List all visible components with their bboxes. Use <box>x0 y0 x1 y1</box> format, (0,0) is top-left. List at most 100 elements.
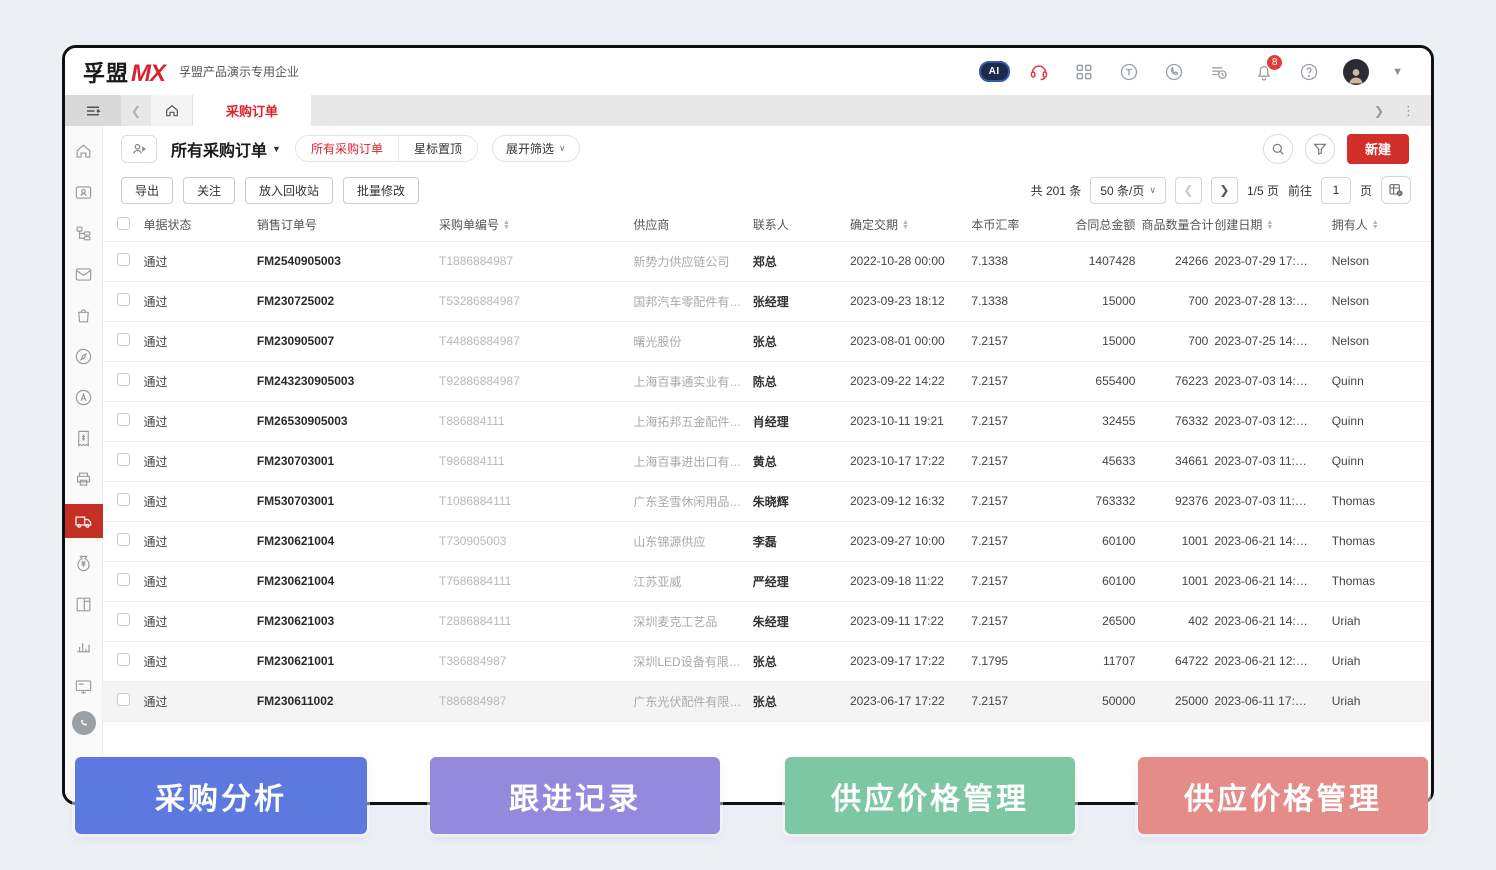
tab-forward-icon[interactable]: ❯ <box>1374 104 1384 118</box>
id-card-icon <box>74 183 93 202</box>
sidebar-item-whatsapp[interactable] <box>72 711 96 735</box>
view-title[interactable]: 所有采购订单 ▼ <box>171 137 281 161</box>
row-checkbox[interactable] <box>117 493 130 506</box>
column-header-label: 合同总金额 <box>1075 218 1135 232</box>
table-row[interactable]: 通过FM230621004T730905003山东锦源供应李磊2023-09-2… <box>103 521 1431 561</box>
cell-sales_no: FM230905007 <box>257 321 439 361</box>
quick-filter-group: 所有采购订单 星标置顶 <box>295 135 478 162</box>
sort-icon[interactable]: ▲▼ <box>503 221 510 231</box>
table-row[interactable]: 通过FM2540905003T1886884987新势力供应链公司郑总2022-… <box>103 241 1431 281</box>
t-circle-icon[interactable] <box>1118 61 1140 83</box>
overlay-button-3[interactable]: 供应价格管理 <box>1138 757 1428 834</box>
column-header-10[interactable]: 拥有人▲▼ <box>1332 209 1431 241</box>
cell-rate: 7.2157 <box>971 481 1048 521</box>
whatsapp-icon[interactable] <box>1163 61 1185 83</box>
toolbar-button-3[interactable]: 批量修改 <box>343 177 419 204</box>
avatar[interactable] <box>1343 59 1369 85</box>
table-row[interactable]: 通过FM230725002T53286884987国邦汽车零配件有…张经理202… <box>103 281 1431 321</box>
table-row[interactable]: 通过FM530703001T1086884111广东圣雪休闲用品…朱晓辉2023… <box>103 481 1431 521</box>
row-checkbox[interactable] <box>117 573 130 586</box>
cell-owner: Nelson <box>1332 241 1431 281</box>
sidebar-item-receipt[interactable] <box>68 422 100 454</box>
cell-purchase_no: T730905003 <box>439 521 633 561</box>
cell-owner: Thomas <box>1332 561 1431 601</box>
pill-all-purchase-orders[interactable]: 所有采购订单 <box>296 136 398 161</box>
table-row[interactable]: 通过FM230611002T886884987广东光伏配件有限…张总2023-0… <box>103 681 1431 721</box>
row-checkbox[interactable] <box>117 693 130 706</box>
sidebar-item-bag[interactable] <box>68 299 100 331</box>
table-row[interactable]: 通过FM230621001T386884987深圳LED设备有限…张总2023-… <box>103 641 1431 681</box>
sidebar-item-compass[interactable] <box>68 340 100 372</box>
cell-purchase_no: T2886884111 <box>439 601 633 641</box>
sidebar-item-printer[interactable] <box>68 463 100 495</box>
funnel-icon[interactable] <box>1305 134 1335 164</box>
page-size-select[interactable]: 50 条/页 ∨ <box>1090 177 1166 204</box>
chevron-down-icon[interactable]: ▼ <box>1392 66 1403 78</box>
prev-page-button[interactable]: ❮ <box>1175 177 1202 204</box>
table-row[interactable]: 通过FM230905007T44886884987曙光股份张总2023-08-0… <box>103 321 1431 361</box>
table-row[interactable]: 通过FM230703001T986884111上海百事进出口有…黄总2023-1… <box>103 441 1431 481</box>
sort-icon[interactable]: ▲▼ <box>1266 221 1273 231</box>
sort-icon[interactable]: ▲▼ <box>902 221 909 231</box>
sidebar-item-mail[interactable] <box>68 258 100 290</box>
row-checkbox[interactable] <box>117 293 130 306</box>
row-checkbox[interactable] <box>117 253 130 266</box>
column-header-5[interactable]: 确定交期▲▼ <box>850 209 971 241</box>
column-header-label: 供应商 <box>633 218 669 232</box>
page-size-caret-icon: ∨ <box>1149 185 1156 196</box>
overlay-button-1[interactable]: 跟进记录 <box>430 757 720 834</box>
ai-assistant-icon[interactable]: AI <box>983 61 1005 83</box>
row-checkbox[interactable] <box>117 533 130 546</box>
headset-support-icon[interactable] <box>1028 61 1050 83</box>
notification-bell-icon[interactable]: 8 <box>1253 61 1275 83</box>
goto-page-input[interactable] <box>1321 177 1351 204</box>
sidebar-item-bar-chart[interactable] <box>68 629 100 661</box>
table-row[interactable]: 通过FM243230905003T92886884987上海百事通实业有…陈总2… <box>103 361 1431 401</box>
tab-back-icon[interactable]: ❮ <box>121 95 151 126</box>
sidebar-item-circle-a[interactable] <box>68 381 100 413</box>
next-page-button[interactable]: ❯ <box>1211 177 1238 204</box>
row-checkbox[interactable] <box>117 373 130 386</box>
toolbar-button-1[interactable]: 关注 <box>183 177 235 204</box>
apps-grid-icon[interactable] <box>1073 61 1095 83</box>
table-row[interactable]: 通过FM230621004T7686884111江苏亚威严经理2023-09-1… <box>103 561 1431 601</box>
row-checkbox[interactable] <box>117 453 130 466</box>
row-checkbox[interactable] <box>117 413 130 426</box>
new-button[interactable]: 新建 <box>1347 134 1409 164</box>
column-header-label: 联系人 <box>753 218 789 232</box>
sidebar-item-id-card[interactable] <box>68 176 100 208</box>
sidebar-item-home[interactable] <box>68 135 100 167</box>
sidebar-item-truck[interactable] <box>65 504 103 538</box>
sidebar-item-monitor[interactable] <box>68 670 100 702</box>
row-checkbox[interactable] <box>117 653 130 666</box>
table-row[interactable]: 通过FM230621003T2886884111深圳麦克工艺品朱经理2023-0… <box>103 601 1431 641</box>
row-checkbox[interactable] <box>117 613 130 626</box>
overlay-button-2[interactable]: 供应价格管理 <box>785 757 1075 834</box>
row-checkbox[interactable] <box>117 333 130 346</box>
column-header-2[interactable]: 采购单编号▲▼ <box>439 209 633 241</box>
collapse-menu-icon[interactable] <box>65 95 121 126</box>
cell-amount: 11707 <box>1048 641 1141 681</box>
search-icon[interactable] <box>1263 134 1293 164</box>
tab-more-icon[interactable]: ⋮ <box>1402 103 1415 119</box>
sidebar-item-book[interactable] <box>68 588 100 620</box>
overlay-button-0[interactable]: 采购分析 <box>75 757 367 834</box>
person-view-icon[interactable] <box>121 135 157 163</box>
toolbar-button-2[interactable]: 放入回收站 <box>245 177 333 204</box>
help-icon[interactable] <box>1298 61 1320 83</box>
task-clock-icon[interactable] <box>1208 61 1230 83</box>
pill-expand-filter[interactable]: 展开筛选 ∨ <box>492 135 580 162</box>
pill-star-top[interactable]: 星标置顶 <box>398 136 477 161</box>
column-header-label: 本币汇率 <box>971 218 1019 232</box>
column-header-9[interactable]: 创建日期▲▼ <box>1214 209 1331 241</box>
column-settings-icon[interactable] <box>1381 176 1411 204</box>
toolbar-button-0[interactable]: 导出 <box>121 177 173 204</box>
select-all-checkbox[interactable] <box>117 217 130 230</box>
sidebar-item-money-bag[interactable] <box>68 547 100 579</box>
sidebar-item-org-tree[interactable] <box>68 217 100 249</box>
sort-icon[interactable]: ▲▼ <box>1372 221 1379 231</box>
tab-purchase-orders[interactable]: 采购订单 <box>193 95 311 126</box>
tab-home-icon[interactable] <box>151 95 193 126</box>
table-row[interactable]: 通过FM26530905003T886884111上海拓邦五金配件…肖经理202… <box>103 401 1431 441</box>
cell-delivery: 2023-09-11 17:22 <box>850 601 971 641</box>
